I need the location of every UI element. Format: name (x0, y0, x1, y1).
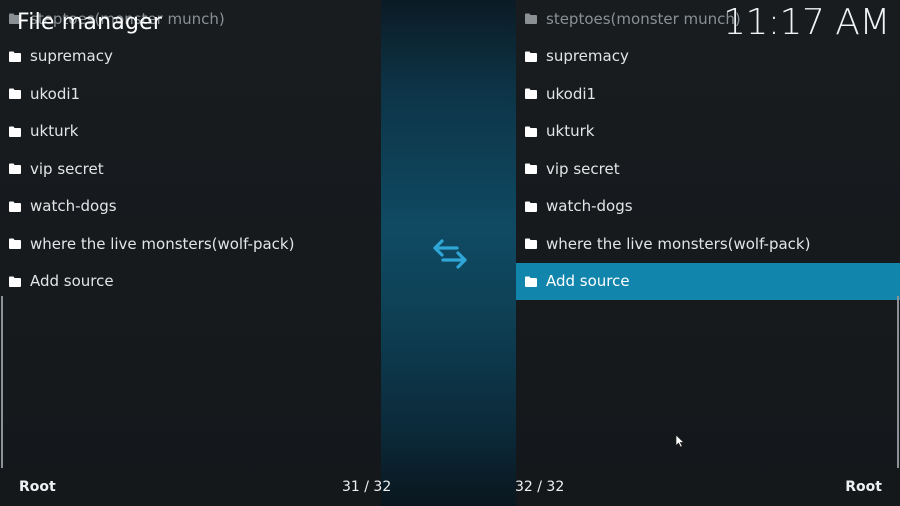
folder-icon (525, 163, 537, 175)
list-item-label: ukodi1 (30, 84, 81, 103)
folder-icon (525, 51, 537, 62)
list-item-label: supremacy (30, 47, 113, 66)
list-item-label: supremacy (546, 47, 629, 66)
list-item-label: Add source (546, 272, 630, 291)
list-item[interactable]: watch-dogs (0, 188, 381, 226)
mouse-pointer-icon (675, 434, 685, 448)
list-item[interactable]: where the live monsters(wolf-pack) (0, 225, 381, 263)
folder-icon (525, 126, 537, 137)
folder-icon (9, 126, 21, 137)
list-item-label: watch-dogs (30, 197, 117, 216)
folder-icon (9, 201, 21, 212)
list-item[interactable]: supremacy (516, 38, 900, 76)
folder-icon (9, 163, 21, 175)
right-item-count: 32 / 32 (515, 479, 565, 495)
left-item-count: 31 / 32 (342, 479, 392, 495)
list-item[interactable]: vip secret (516, 150, 900, 188)
list-item-label: steptoes(monster munch) (546, 9, 741, 28)
list-item-label: ukturk (30, 122, 79, 141)
folder-icon (525, 238, 537, 250)
list-item-label: watch-dogs (546, 197, 633, 216)
right-scrollbar[interactable] (897, 296, 899, 468)
folder-icon (9, 88, 21, 100)
folder-icon (525, 276, 537, 287)
add-source-item-selected[interactable]: Add source (516, 262, 900, 300)
list-item[interactable]: where the live monsters(wolf-pack) (516, 225, 900, 263)
list-item[interactable]: ukodi1 (0, 75, 381, 113)
list-item[interactable]: supremacy (0, 38, 381, 76)
left-path-label: Root (19, 479, 56, 495)
folder-icon (525, 13, 537, 25)
list-item[interactable]: watch-dogs (516, 188, 900, 226)
add-source-item[interactable]: Add source (0, 263, 381, 301)
list-item[interactable]: vip secret (0, 150, 381, 188)
list-item-label: where the live monsters(wolf-pack) (30, 234, 295, 253)
list-item-label: vip secret (546, 159, 620, 178)
list-item[interactable]: ukturk (516, 113, 900, 151)
folder-icon (9, 276, 21, 287)
list-item-label: where the live monsters(wolf-pack) (546, 234, 811, 253)
list-item-label: Add source (30, 272, 114, 291)
clock: 11:17 AM (723, 2, 890, 43)
list-item[interactable]: ukturk (0, 113, 381, 151)
list-item-label: ukturk (546, 122, 595, 141)
right-file-list: steptoes(monster munch) supremacy ukodi1… (516, 0, 900, 300)
page-title: File manager (17, 10, 163, 35)
list-item[interactable]: ukodi1 (516, 75, 900, 113)
folder-icon (9, 51, 21, 62)
folder-icon (525, 88, 537, 100)
folder-icon (9, 238, 21, 250)
left-file-list: steptoes(monster munch) supremacy ukodi1… (0, 0, 381, 300)
left-scrollbar[interactable] (1, 296, 3, 468)
folder-icon (525, 201, 537, 212)
swap-arrows-icon[interactable] (430, 238, 470, 270)
right-path-label: Root (845, 479, 882, 495)
list-item-label: ukodi1 (546, 84, 597, 103)
list-item-label: vip secret (30, 159, 104, 178)
